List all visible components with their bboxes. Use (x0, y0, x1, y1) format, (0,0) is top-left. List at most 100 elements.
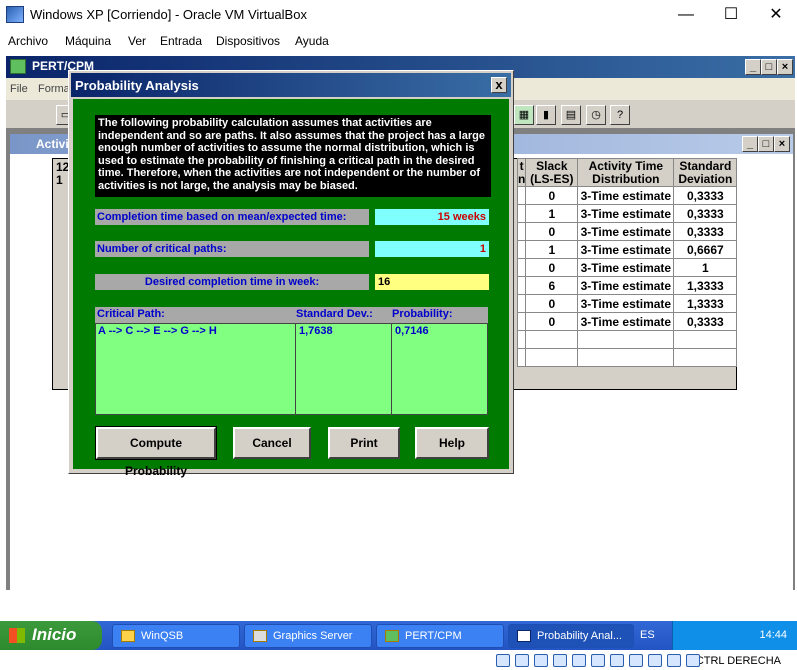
distribution-cell[interactable]: 3-Time estimate (577, 258, 675, 277)
distribution-cell[interactable]: 3-Time estimate (577, 240, 675, 259)
task-graphics-server[interactable]: Graphics Server (244, 624, 372, 648)
task-winqsb[interactable]: WinQSB (112, 624, 240, 648)
slack-cell[interactable]: 6 (525, 276, 579, 295)
maximize-button[interactable]: ☐ (711, 4, 751, 26)
std-dev-value: 1,7638 (299, 325, 333, 337)
recording-icon[interactable] (629, 654, 643, 667)
menu-maquina[interactable]: Máquina (65, 34, 111, 48)
table-row[interactable] (516, 348, 738, 367)
table-row[interactable]: 6 3-Time estimate 1,3333 (516, 276, 738, 295)
slack-cell[interactable]: 0 (525, 222, 579, 241)
critical-path-list[interactable]: A --> C --> E --> G --> H 1,7638 0,7146 (95, 323, 488, 415)
usb-icon[interactable] (572, 654, 586, 667)
grid-icon[interactable]: ▦ (514, 105, 534, 125)
slack-cell[interactable]: 1 (525, 204, 579, 223)
dialog-titlebar: Probability Analysis x (71, 73, 511, 97)
network-icon[interactable] (553, 654, 567, 667)
slack-cell[interactable]: 0 (525, 258, 579, 277)
table-row[interactable]: 0 3-Time estimate 1,3333 (516, 294, 738, 313)
slack-cell[interactable]: 0 (525, 294, 579, 313)
language-indicator[interactable]: ES (640, 629, 655, 641)
audio-icon[interactable] (534, 654, 548, 667)
menu-ayuda[interactable]: Ayuda (295, 34, 329, 48)
task-probability-analysis[interactable]: Probability Anal... (508, 624, 634, 648)
pert-icon (385, 630, 399, 642)
probability-col-header: Probability: (392, 308, 453, 320)
distribution-cell[interactable]: 3-Time estimate (577, 222, 675, 241)
std-dev-cell[interactable]: 0,3333 (673, 312, 738, 331)
mouse-integration-icon[interactable] (667, 654, 681, 667)
menu-ver[interactable]: Ver (128, 34, 146, 48)
cancel-button[interactable]: Cancel (233, 427, 311, 459)
activity-close-button[interactable]: × (774, 136, 790, 152)
std-dev-cell[interactable]: 0,3333 (673, 204, 738, 223)
distribution-cell[interactable]: 3-Time estimate (577, 186, 675, 205)
critical-path-header: Critical Path: Standard Dev.: Probabilit… (95, 307, 488, 323)
pert-close-button[interactable]: × (777, 59, 793, 75)
col-header-distribution: Activity Time Distribution (577, 158, 675, 187)
task-label: Probability Anal... (537, 630, 622, 642)
help-button[interactable]: Help (415, 427, 489, 459)
task-label: WinQSB (141, 630, 184, 642)
pert-maximize-button[interactable]: □ (761, 59, 777, 75)
bar-chart-icon[interactable]: ▮ (536, 105, 556, 125)
window-icon (517, 630, 531, 642)
close-button[interactable]: ✕ (756, 4, 796, 26)
display-icon[interactable] (610, 654, 624, 667)
std-dev-cell[interactable]: 0,3333 (673, 222, 738, 241)
std-dev-col-header: Standard Dev.: (296, 308, 373, 320)
graphics-server-icon (253, 630, 267, 642)
std-dev-cell[interactable]: 1,3333 (673, 294, 738, 313)
menu-archivo[interactable]: Archivo (8, 34, 48, 48)
menu-entrada[interactable]: Entrada (160, 34, 202, 48)
table-row[interactable]: 0 3-Time estimate 0,3333 (516, 222, 738, 241)
windows-flag-icon (9, 628, 25, 643)
table-row[interactable] (516, 330, 738, 349)
distribution-cell[interactable]: 3-Time estimate (577, 312, 675, 331)
std-dev-cell[interactable]: 1,3333 (673, 276, 738, 295)
table-row[interactable]: 0 3-Time estimate 0,3333 (516, 186, 738, 205)
menu-dispositivos[interactable]: Dispositivos (216, 34, 280, 48)
pert-minimize-button[interactable]: _ (745, 59, 761, 75)
help-icon[interactable]: ? (610, 105, 630, 125)
calculator-icon[interactable]: ▤ (561, 105, 581, 125)
probability-value: 0,7146 (395, 325, 429, 337)
shared-folders-icon[interactable] (591, 654, 605, 667)
critical-path-value: A --> C --> E --> G --> H (98, 325, 217, 337)
table-row[interactable]: 1 3-Time estimate 0,6667 (516, 240, 738, 259)
keyboard-icon[interactable] (686, 654, 700, 667)
hard-disk-icon[interactable] (496, 654, 510, 667)
desired-time-input[interactable] (375, 274, 489, 290)
table-row[interactable]: 0 3-Time estimate 1 (516, 258, 738, 277)
table-row[interactable]: 1 3-Time estimate 0,3333 (516, 204, 738, 223)
pert-app-icon (10, 59, 26, 74)
std-dev-col (296, 324, 392, 414)
distribution-cell[interactable]: 3-Time estimate (577, 294, 675, 313)
menu-format[interactable]: Forma (38, 83, 70, 95)
activity-maximize-button[interactable]: □ (758, 136, 774, 152)
distribution-cell[interactable]: 3-Time estimate (577, 204, 675, 223)
slack-cell[interactable]: 0 (525, 186, 579, 205)
slack-cell[interactable]: 1 (525, 240, 579, 259)
minimize-button[interactable]: — (666, 4, 706, 26)
desired-time-label: Desired completion time in week: (95, 274, 369, 290)
std-dev-cell[interactable]: 0,6667 (673, 240, 738, 259)
cpu-icon[interactable] (648, 654, 662, 667)
std-dev-cell[interactable]: 0,3333 (673, 186, 738, 205)
compute-probability-button[interactable]: Compute Probability (95, 426, 217, 478)
table-row[interactable]: 0 3-Time estimate 0,3333 (516, 312, 738, 331)
distribution-cell[interactable]: 3-Time estimate (577, 276, 675, 295)
clock-icon[interactable]: ◷ (586, 105, 606, 125)
critical-paths-value: 1 (375, 241, 489, 257)
col-header-std-dev: Standard Deviation (673, 158, 738, 187)
optical-drive-icon[interactable] (515, 654, 529, 667)
task-pert-cpm[interactable]: PERT/CPM (376, 624, 504, 648)
print-button[interactable]: Print (328, 427, 400, 459)
slack-cell[interactable]: 0 (525, 312, 579, 331)
std-dev-cell[interactable]: 1 (673, 258, 738, 277)
activity-minimize-button[interactable]: _ (742, 136, 758, 152)
host-key-label: CTRL DERECHA (695, 655, 781, 667)
menu-file[interactable]: File (10, 83, 28, 95)
dialog-close-button[interactable]: x (491, 77, 507, 93)
start-button[interactable]: Inicio (0, 621, 102, 650)
